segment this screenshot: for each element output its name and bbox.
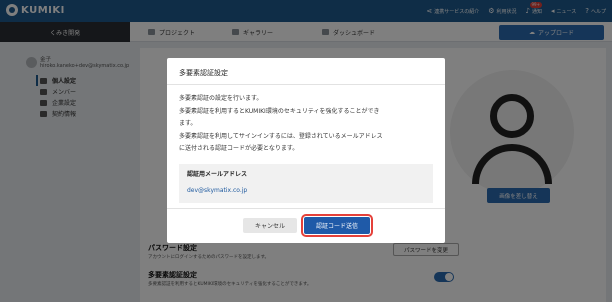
send-code-button[interactable]: 認証コード送信: [301, 214, 373, 237]
dialog-title: 多要素認証設定: [167, 58, 445, 85]
email-info-box: 認証用メールアドレス dev@skymatix.co.jp: [179, 163, 433, 203]
dialog-text-line: ます。: [179, 120, 197, 127]
dialog-text-line: 多要素認証を利用するとKUMIKI環境のセキュリティを強化することができ: [179, 107, 380, 115]
cancel-button[interactable]: キャンセル: [243, 218, 297, 233]
email-value: dev@skymatix.co.jp: [187, 186, 248, 194]
dialog-text-line: 多要素認証を利用してサインインするには、登録されているメールアドレス: [179, 132, 383, 140]
dialog-text-line: に送付される認証コードが必要となります。: [179, 145, 299, 152]
dialog-divider: [167, 208, 445, 209]
mfa-dialog: 多要素認証設定 多要素認証の設定を行います。 多要素認証を利用するとKUMIKI…: [167, 58, 445, 243]
dialog-body: 多要素認証の設定を行います。 多要素認証を利用するとKUMIKI環境のセキュリテ…: [167, 85, 445, 203]
dialog-text-line: 多要素認証の設定を行います。: [179, 95, 263, 102]
email-label: 認証用メールアドレス: [187, 170, 248, 178]
